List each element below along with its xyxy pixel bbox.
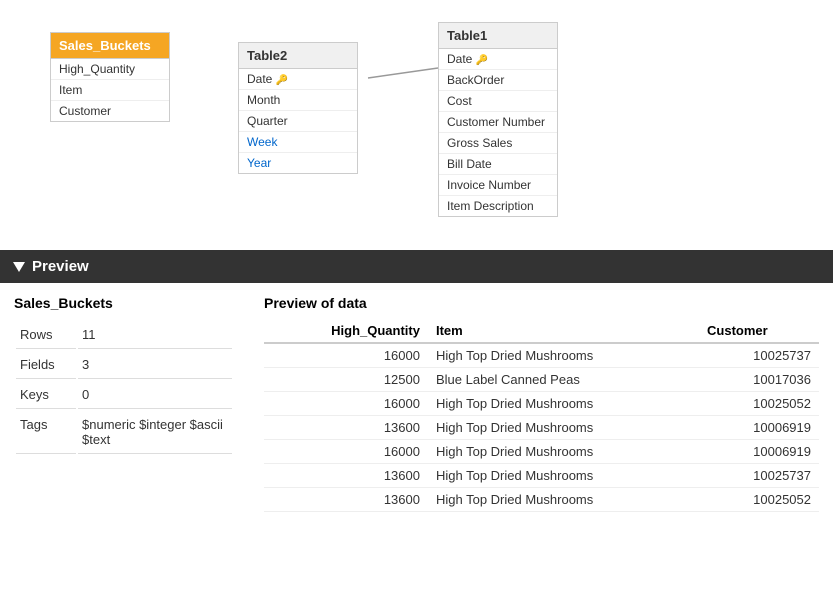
field-high-quantity: High_Quantity (51, 59, 169, 80)
cell-high-quantity: 13600 (264, 488, 428, 512)
table2-field-month: Month (239, 90, 357, 111)
cell-high-quantity: 16000 (264, 440, 428, 464)
cell-item: High Top Dried Mushrooms (428, 488, 699, 512)
sales-buckets-header: Sales_Buckets (51, 33, 169, 59)
cell-customer: 10006919 (699, 440, 819, 464)
table-row: 16000 High Top Dried Mushrooms 10006919 (264, 440, 819, 464)
table1-field-date: Date 🔑 (439, 49, 557, 70)
table2-field-quarter: Quarter (239, 111, 357, 132)
table2-field-week: Week (239, 132, 357, 153)
table2-field-year: Year (239, 153, 357, 173)
cell-high-quantity: 12500 (264, 368, 428, 392)
table1-field-customer-number: Customer Number (439, 112, 557, 133)
cell-customer: 10025737 (699, 343, 819, 368)
cell-item: Blue Label Canned Peas (428, 368, 699, 392)
table-row: 13600 High Top Dried Mushrooms 10025052 (264, 488, 819, 512)
col-header-high-quantity: High_Quantity (264, 319, 428, 343)
cell-high-quantity: 16000 (264, 392, 428, 416)
meta-label-fields: Fields (16, 351, 76, 379)
key-icon-date: 🔑 (276, 75, 288, 86)
meta-row-keys: Keys 0 (16, 381, 232, 409)
cell-customer: 10017036 (699, 368, 819, 392)
meta-label-rows: Rows (16, 321, 76, 349)
cell-item: High Top Dried Mushrooms (428, 440, 699, 464)
collapse-triangle-icon[interactable] (13, 262, 25, 272)
field-customer: Customer (51, 101, 169, 121)
table1-field-backorder: BackOrder (439, 70, 557, 91)
cell-item: High Top Dried Mushrooms (428, 392, 699, 416)
meta-label-tags: Tags (16, 411, 76, 454)
table1-field-cost: Cost (439, 91, 557, 112)
meta-title: Sales_Buckets (14, 295, 234, 311)
diagram-area: Sales_Buckets High_Quantity Item Custome… (0, 0, 833, 250)
meta-row-rows: Rows 11 (16, 321, 232, 349)
table2-field-date: Date 🔑 (239, 69, 357, 90)
preview-label: Preview (32, 258, 89, 275)
cell-customer: 10006919 (699, 416, 819, 440)
table-row: 13600 High Top Dried Mushrooms 10025737 (264, 464, 819, 488)
meta-value-fields: 3 (78, 351, 232, 379)
col-header-item: Item (428, 319, 699, 343)
table1-header: Table1 (439, 23, 557, 49)
meta-value-rows: 11 (78, 321, 232, 349)
table1-field-item-description: Item Description (439, 196, 557, 216)
data-preview-title: Preview of data (264, 295, 819, 311)
meta-table: Rows 11 Fields 3 Keys 0 Tags $numeric $i… (14, 319, 234, 456)
sales-buckets-table: Sales_Buckets High_Quantity Item Custome… (50, 32, 170, 122)
col-header-customer: Customer (699, 319, 819, 343)
cell-item: High Top Dried Mushrooms (428, 464, 699, 488)
cell-item: High Top Dried Mushrooms (428, 416, 699, 440)
table-row: 16000 High Top Dried Mushrooms 10025737 (264, 343, 819, 368)
data-preview: Preview of data High_Quantity Item Custo… (264, 295, 819, 512)
cell-high-quantity: 13600 (264, 416, 428, 440)
cell-high-quantity: 13600 (264, 464, 428, 488)
data-table-header-row: High_Quantity Item Customer (264, 319, 819, 343)
cell-high-quantity: 16000 (264, 343, 428, 368)
cell-customer: 10025052 (699, 488, 819, 512)
table-row: 13600 High Top Dried Mushrooms 10006919 (264, 416, 819, 440)
cell-customer: 10025737 (699, 464, 819, 488)
table-row: 12500 Blue Label Canned Peas 10017036 (264, 368, 819, 392)
cell-item: High Top Dried Mushrooms (428, 343, 699, 368)
key-icon-t1-date: 🔑 (476, 55, 488, 66)
table2-header: Table2 (239, 43, 357, 69)
preview-header: Preview (0, 250, 833, 283)
meta-value-tags: $numeric $integer $ascii $text (78, 411, 232, 454)
meta-panel: Sales_Buckets Rows 11 Fields 3 Keys 0 Ta… (14, 295, 234, 512)
meta-row-fields: Fields 3 (16, 351, 232, 379)
table1: Table1 Date 🔑 BackOrder Cost Customer Nu… (438, 22, 558, 217)
field-item: Item (51, 80, 169, 101)
meta-label-keys: Keys (16, 381, 76, 409)
cell-customer: 10025052 (699, 392, 819, 416)
table1-field-gross-sales: Gross Sales (439, 133, 557, 154)
data-table: High_Quantity Item Customer 16000 High T… (264, 319, 819, 512)
meta-row-tags: Tags $numeric $integer $ascii $text (16, 411, 232, 454)
table-row: 16000 High Top Dried Mushrooms 10025052 (264, 392, 819, 416)
preview-body: Sales_Buckets Rows 11 Fields 3 Keys 0 Ta… (0, 283, 833, 524)
table2: Table2 Date 🔑 Month Quarter Week Year (238, 42, 358, 174)
table1-field-invoice-number: Invoice Number (439, 175, 557, 196)
table1-field-bill-date: Bill Date (439, 154, 557, 175)
meta-value-keys: 0 (78, 381, 232, 409)
